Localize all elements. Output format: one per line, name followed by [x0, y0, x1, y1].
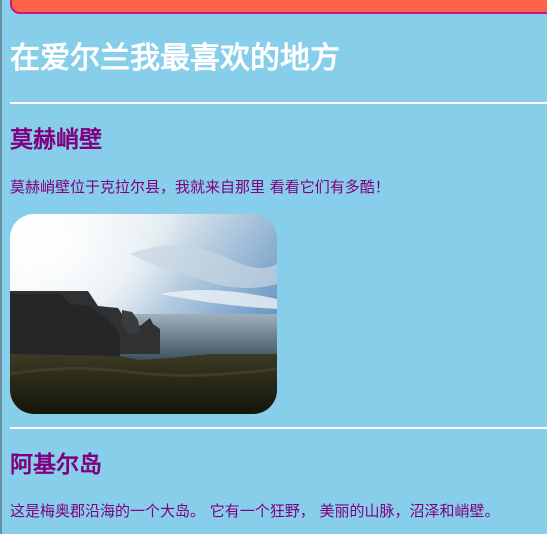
section-text-achill-island: 这是梅奥郡沿海的一个大岛。 它有一个狂野， 美丽的山脉，沼泽和峭壁。	[10, 502, 500, 520]
cliffs-photo	[10, 214, 277, 414]
top-banner	[10, 0, 547, 14]
section-heading-achill-island: 阿基尔岛	[10, 451, 102, 478]
divider	[10, 102, 547, 104]
section-heading-cliffs-of-moher: 莫赫峭壁	[10, 126, 102, 153]
divider	[10, 427, 547, 429]
left-edge	[0, 0, 2, 534]
section-text-cliffs-of-moher: 莫赫峭壁位于克拉尔县，我就来自那里 看看它们有多酷！	[10, 178, 390, 196]
page-title: 在爱尔兰我最喜欢的地方	[10, 41, 340, 76]
